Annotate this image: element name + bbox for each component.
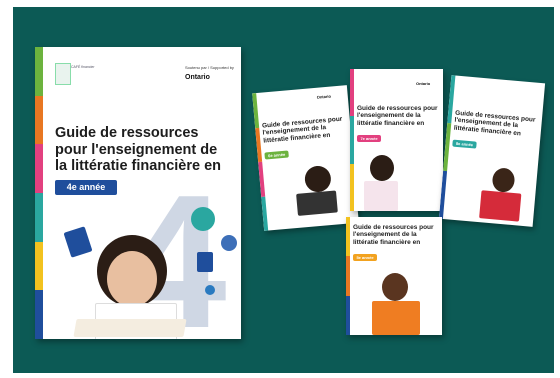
student-head [382,273,408,301]
grade-badge: 6e année [264,150,289,160]
tablet-icon [63,226,93,258]
guide-title: Guide de ressources pour l'enseignement … [357,105,438,127]
product-display-background: CAFÉ financier Soutenu par / Supported b… [13,7,554,373]
guide-cover-grade-8: Guide de ressources pour l'enseignement … [438,75,546,227]
student-body [372,301,420,335]
ontario-logo: Ontario [416,81,431,86]
cafe-logo [55,63,71,85]
student-body [479,190,522,222]
guide-title: Guide de ressources pour l'enseignement … [261,115,343,145]
guide-cover-grade-7: Ontario Guide de ressources pour l'ensei… [350,69,443,211]
color-stripe [350,69,354,211]
guide-title: Guide de ressources pour l'enseignement … [353,224,434,246]
girl-face [107,251,157,307]
document-icon [197,252,213,272]
color-stripe [35,47,44,339]
grade-badge: 4e année [55,180,117,195]
grade-badge: 8e année [452,139,477,149]
guide-cover-grade-5: Guide de ressources pour l'enseignement … [346,217,442,335]
supported-by-text: Soutenu par / Supported by [185,65,234,70]
open-book [73,319,187,337]
student-head [370,155,394,181]
color-stripe [346,217,350,335]
laptop [296,190,338,216]
small-coin-icon [205,285,215,295]
main-guide-cover: CAFÉ financier Soutenu par / Supported b… [35,47,241,339]
student-head [491,167,516,194]
grade-badge: 5e année [353,254,377,261]
guide-cover-grade-6: Ontario Guide de ressources pour l'ensei… [252,85,359,231]
grade-badge: 7e année [357,135,381,142]
cafe-logo-text: CAFÉ financier [71,65,95,69]
ontario-logo: Ontario [185,74,210,81]
student-body [364,181,398,211]
coin-icon [191,207,215,231]
student-head [303,164,332,194]
color-stripe [252,93,268,231]
guide-title: Guide de ressources pour l'enseignement … [453,109,536,138]
ontario-logo: Ontario [316,93,332,100]
graph-icon [221,235,237,251]
